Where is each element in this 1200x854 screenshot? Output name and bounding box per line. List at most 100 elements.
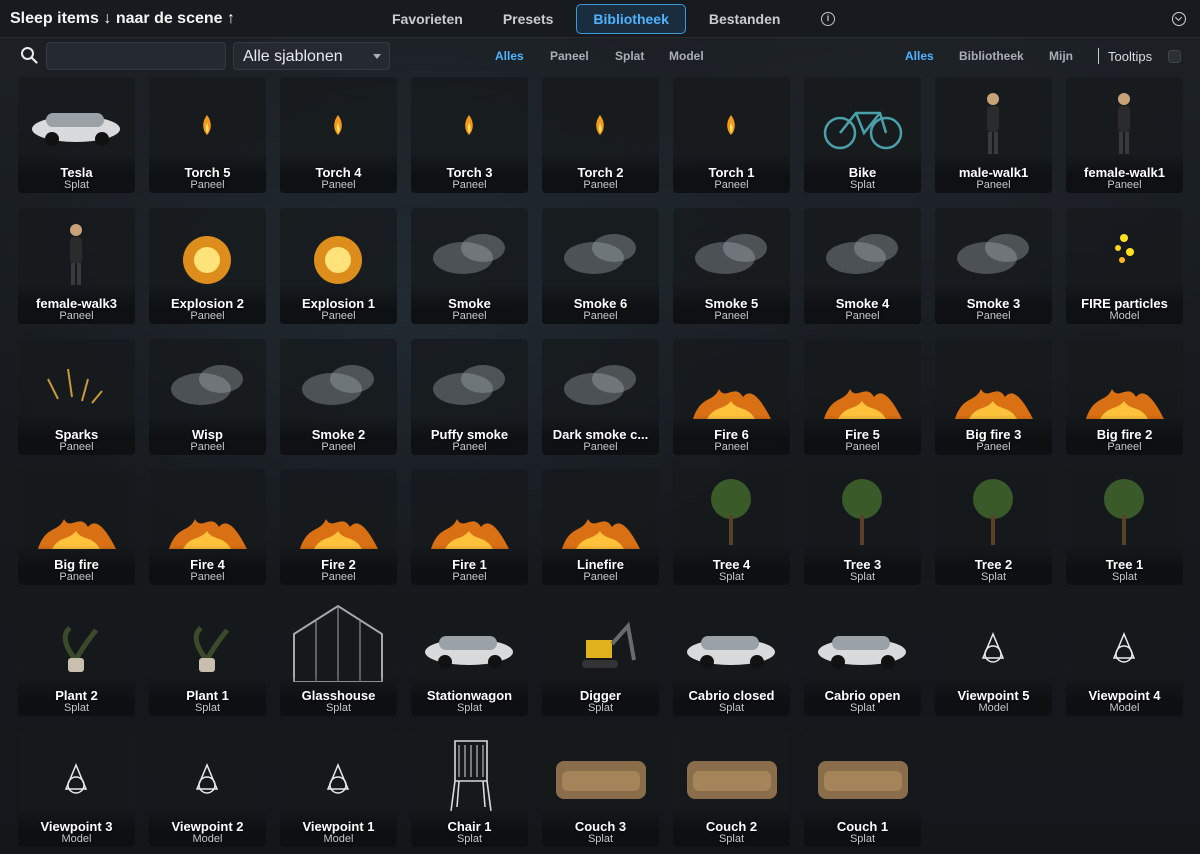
library-item-card[interactable]: male-walk1 Paneel (935, 77, 1052, 193)
library-item-card[interactable]: Smoke Paneel (411, 207, 528, 324)
fire-thumbnail (562, 519, 640, 550)
item-name: Smoke 6 (573, 295, 628, 311)
library-item-card[interactable]: Viewpoint 2 Model (149, 730, 266, 847)
library-item-card[interactable]: Puffy smoke Paneel (411, 338, 528, 455)
explosion-thumbnail (314, 235, 362, 284)
library-item-card[interactable]: Fire 2 Paneel (280, 469, 397, 586)
library-item-card[interactable]: Big fire 3 Paneel (935, 338, 1052, 455)
info-icon[interactable]: i (821, 12, 835, 26)
library-item-card[interactable]: Sparks Paneel (18, 338, 135, 455)
library-item-card[interactable]: Fire 4 Paneel (149, 469, 266, 586)
library-item-card[interactable]: Torch 1 Paneel (673, 77, 790, 193)
library-item-card[interactable]: Linefire Paneel (542, 469, 659, 586)
library-item-card[interactable]: Chair 1 Splat (411, 730, 528, 847)
item-name: male-walk1 (958, 165, 1029, 180)
library-item-card[interactable]: Fire 6 Paneel (673, 338, 790, 455)
library-item-card[interactable]: Smoke 3 Paneel (935, 207, 1052, 324)
item-type: Model (61, 832, 92, 845)
library-item-card[interactable]: Tree 1 Splat (1066, 469, 1183, 586)
type-filter-model[interactable]: Model (669, 49, 704, 63)
item-type: Paneel (583, 571, 618, 584)
item-type: Paneel (583, 309, 618, 322)
tab-presets[interactable]: Presets (486, 4, 571, 34)
library-item-card[interactable]: Viewpoint 4 Model (1066, 600, 1183, 717)
library-item-card[interactable]: Smoke 4 Paneel (804, 207, 921, 324)
library-item-card[interactable]: Tesla Splat (18, 77, 135, 193)
type-filter-paneel[interactable]: Paneel (550, 49, 589, 63)
library-item-card[interactable]: Big fire Paneel (18, 469, 135, 586)
item-type: Paneel (583, 179, 618, 191)
item-name: Viewpoint 1 (302, 818, 375, 834)
library-item-card[interactable]: Torch 3 Paneel (411, 77, 528, 193)
library-item-card[interactable]: Smoke 2 Paneel (280, 338, 397, 455)
card-label-area: Explosion 2 Paneel (149, 283, 266, 324)
library-item-card[interactable]: Plant 2 Splat (18, 600, 135, 717)
item-type: Paneel (59, 571, 94, 584)
library-item-card[interactable]: female-walk3 Paneel (18, 207, 135, 324)
flame-thumbnail (596, 115, 604, 135)
library-item-card[interactable]: Couch 3 Splat (542, 730, 659, 847)
library-item-card[interactable]: Viewpoint 3 Model (18, 730, 135, 847)
library-item-card[interactable]: Tree 3 Splat (804, 469, 921, 586)
library-item-card[interactable]: Tree 4 Splat (673, 469, 790, 586)
library-item-card[interactable]: Explosion 1 Paneel (280, 207, 397, 324)
chair-thumbnail (450, 740, 492, 812)
library-item-card[interactable]: Torch 2 Paneel (542, 77, 659, 193)
library-item-card[interactable]: Torch 4 Paneel (280, 77, 397, 193)
car-thumbnail (687, 636, 775, 670)
library-item-card[interactable]: FIRE particles Model (1066, 207, 1183, 324)
library-item-card[interactable]: Couch 2 Splat (673, 730, 790, 847)
viewpoint-thumbnail (195, 763, 219, 794)
library-item-card[interactable]: Digger Splat (542, 600, 659, 717)
type-filter-alles[interactable]: Alles (495, 49, 524, 63)
library-item-card[interactable]: Glasshouse Splat (280, 600, 397, 717)
smoke-thumbnail (433, 233, 505, 274)
library-item-card[interactable]: Explosion 2 Paneel (149, 207, 266, 324)
card-label-area: Torch 5 Paneel (149, 153, 266, 193)
library-item-card[interactable]: Smoke 6 Paneel (542, 207, 659, 324)
fire-thumbnail (169, 519, 247, 550)
library-item-card[interactable]: Big fire 2 Paneel (1066, 338, 1183, 455)
person-thumbnail (70, 223, 82, 285)
library-item-card[interactable]: Cabrio open Splat (804, 600, 921, 717)
item-name: female-walk3 (36, 295, 117, 311)
tab-favorieten[interactable]: Favorieten (375, 4, 480, 34)
flame-thumbnail (727, 115, 735, 135)
library-item-card[interactable]: Torch 5 Paneel (149, 77, 266, 193)
plant-thumbnail (62, 626, 99, 673)
library-item-card[interactable]: Stationwagon Splat (411, 600, 528, 717)
library-item-card[interactable]: Couch 1 Splat (804, 730, 921, 847)
card-label-area: Puffy smoke Paneel (411, 414, 528, 455)
item-name: Digger (579, 688, 622, 704)
tooltips-checkbox[interactable] (1168, 50, 1181, 63)
library-item-card[interactable]: Fire 1 Paneel (411, 469, 528, 586)
source-filter-alles[interactable]: Alles (905, 49, 934, 63)
library-item-card[interactable]: Viewpoint 1 Model (280, 730, 397, 847)
type-filter-splat[interactable]: Splat (615, 49, 644, 63)
card-label-area: Viewpoint 2 Model (149, 806, 266, 847)
car-thumbnail (425, 636, 513, 670)
template-select[interactable]: Alle sjablonen (233, 42, 390, 70)
library-item-card[interactable]: Tree 2 Splat (935, 469, 1052, 586)
tab-bestanden[interactable]: Bestanden (692, 4, 798, 34)
item-name: Couch 3 (574, 818, 627, 834)
card-label-area: Cabrio closed Splat (673, 676, 790, 717)
library-item-card[interactable]: Bike Splat (804, 77, 921, 193)
library-item-card[interactable]: Dark smoke c... Paneel (542, 338, 659, 455)
item-name: FIRE particles (1081, 295, 1168, 311)
item-type: Paneel (845, 440, 880, 453)
search-icon[interactable] (20, 46, 38, 64)
chevron-down-icon[interactable] (1172, 12, 1186, 26)
library-item-card[interactable]: Plant 1 Splat (149, 600, 266, 717)
library-item-card[interactable]: Viewpoint 5 Model (935, 600, 1052, 717)
search-input[interactable] (46, 42, 226, 70)
library-item-card[interactable]: Fire 5 Paneel (804, 338, 921, 455)
library-item-card[interactable]: Wisp Paneel (149, 338, 266, 455)
tab-bibliotheek[interactable]: Bibliotheek (576, 4, 686, 34)
library-item-card[interactable]: female-walk1 Paneel (1066, 77, 1183, 193)
library-item-card[interactable]: Cabrio closed Splat (673, 600, 790, 717)
source-filter-bibliotheek[interactable]: Bibliotheek (959, 49, 1024, 63)
library-item-card[interactable]: Smoke 5 Paneel (673, 207, 790, 324)
item-type: Paneel (321, 571, 356, 584)
source-filter-mijn[interactable]: Mijn (1049, 49, 1073, 63)
